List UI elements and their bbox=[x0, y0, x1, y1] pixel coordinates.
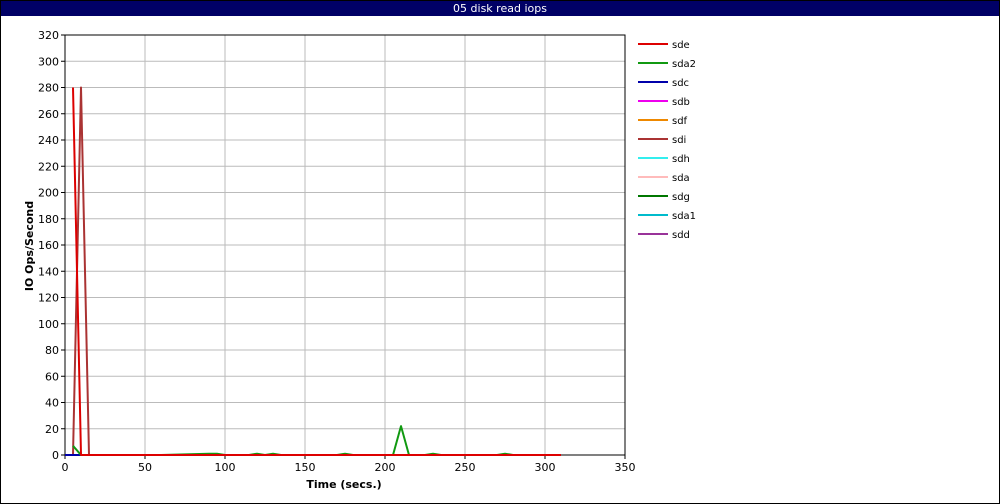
x-axis-label: Time (secs.) bbox=[306, 478, 381, 491]
legend-label: sda1 bbox=[672, 211, 696, 222]
y-tick-label: 180 bbox=[38, 213, 59, 226]
y-tick-label: 140 bbox=[38, 265, 59, 278]
y-tick-label: 260 bbox=[38, 108, 59, 121]
legend-label: sdh bbox=[672, 154, 690, 165]
y-tick-label: 320 bbox=[38, 29, 59, 42]
y-tick-label: 0 bbox=[52, 449, 59, 462]
legend-item-sdi: sdi bbox=[638, 135, 686, 146]
x-tick-label: 250 bbox=[455, 461, 476, 474]
y-tick-label: 300 bbox=[38, 55, 59, 68]
x-tick-label: 0 bbox=[62, 461, 69, 474]
y-tick-label: 280 bbox=[38, 82, 59, 95]
y-tick-label: 120 bbox=[38, 292, 59, 305]
y-tick-label: 80 bbox=[45, 344, 59, 357]
legend-label: sdg bbox=[672, 192, 690, 203]
legend: sde sda2 sdc sdb sdf sdi sdh sda sdg sda1 sdd bbox=[638, 40, 696, 241]
legend-label: sdc bbox=[672, 78, 689, 89]
legend-item-sdc: sdc bbox=[638, 78, 689, 89]
legend-item-sdg: sdg bbox=[638, 192, 690, 203]
legend-item-sdd: sdd bbox=[638, 230, 690, 241]
axes bbox=[61, 34, 626, 459]
legend-label: sde bbox=[672, 40, 690, 51]
legend-item-sdb: sdb bbox=[638, 97, 690, 108]
line-chart: 0 20 40 60 80 100 120 140 160 180 200 220 240 260 280 3… bbox=[23, 29, 696, 491]
x-tick-label: 200 bbox=[375, 461, 396, 474]
y-tick-label: 40 bbox=[45, 397, 59, 410]
y-tick-label: 60 bbox=[45, 370, 59, 383]
legend-item-sda: sda bbox=[638, 173, 690, 184]
x-tick-label: 300 bbox=[535, 461, 556, 474]
legend-item-sda2: sda2 bbox=[638, 59, 696, 70]
legend-label: sdd bbox=[672, 230, 690, 241]
y-tick-label: 200 bbox=[38, 187, 59, 200]
legend-item-sdh: sdh bbox=[638, 154, 690, 165]
legend-item-sda1: sda1 bbox=[638, 211, 696, 222]
series-line-sda2 bbox=[72, 425, 561, 456]
legend-label: sda bbox=[672, 173, 690, 184]
x-tick-labels: 0 50 100 150 200 250 300 350 bbox=[62, 461, 636, 474]
x-tick-label: 50 bbox=[138, 461, 152, 474]
y-tick-label: 20 bbox=[45, 423, 59, 436]
legend-label: sdb bbox=[672, 97, 690, 108]
grid-lines bbox=[64, 34, 626, 456]
legend-item-sdf: sdf bbox=[638, 116, 688, 127]
y-tick-label: 100 bbox=[38, 318, 59, 331]
x-tick-label: 150 bbox=[295, 461, 316, 474]
y-axis-label: IO Ops/Second bbox=[23, 201, 36, 291]
y-tick-label: 160 bbox=[38, 239, 59, 252]
y-tick-labels: 0 20 40 60 80 100 120 140 160 180 200 220 240 260 280 3… bbox=[38, 29, 59, 462]
y-tick-label: 220 bbox=[38, 160, 59, 173]
x-tick-label: 100 bbox=[215, 461, 236, 474]
x-tick-label: 350 bbox=[615, 461, 636, 474]
legend-item-sde: sde bbox=[638, 40, 690, 51]
legend-label: sdi bbox=[672, 135, 686, 146]
legend-label: sdf bbox=[672, 116, 688, 127]
y-tick-label: 240 bbox=[38, 134, 59, 147]
legend-label: sda2 bbox=[672, 59, 696, 70]
